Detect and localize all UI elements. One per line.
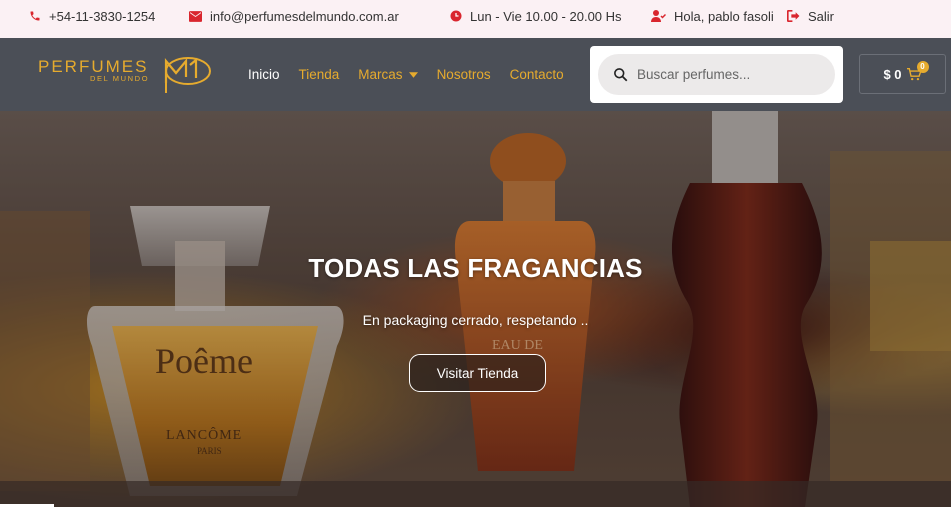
logo-subtitle: DEL MUNDO <box>90 74 150 83</box>
cart-count-badge: 0 <box>916 60 929 73</box>
hero-banner: Poême LANCÔME PARIS EAU DE TODAS LAS FRA… <box>0 111 951 507</box>
cart-total: $ 0 <box>883 66 902 82</box>
site-logo[interactable]: PERFUMES DEL MUNDO <box>38 53 213 95</box>
logout-label: Salir <box>808 8 835 24</box>
visit-store-button[interactable]: Visitar Tienda <box>409 354 546 392</box>
nav-contacto[interactable]: Contacto <box>510 67 564 82</box>
search-input[interactable] <box>637 67 807 82</box>
email-contact[interactable]: info@perfumesdelmundo.com.ar <box>189 0 399 32</box>
user-check-icon <box>651 10 666 22</box>
phone-number: +54-11-3830-1254 <box>49 8 156 24</box>
phone-icon <box>30 11 40 21</box>
search-box <box>598 54 835 95</box>
phone-contact[interactable]: +54-11-3830-1254 <box>29 0 155 32</box>
clock-icon <box>450 10 462 22</box>
nav-inicio[interactable]: Inicio <box>248 67 280 82</box>
greeting-text: Hola, pablo fasoli <box>674 8 774 24</box>
main-navigation: Inicio Tienda Marcas Nosotros Contacto <box>248 38 583 111</box>
logout-link[interactable]: Salir <box>787 0 834 32</box>
email-address: info@perfumesdelmundo.com.ar <box>210 8 399 24</box>
search-container <box>590 46 843 103</box>
top-info-bar: +54-11-3830-1254 info@perfumesdelmundo.c… <box>0 0 951 38</box>
nav-tienda[interactable]: Tienda <box>299 67 340 82</box>
hours-text: Lun - Vie 10.00 - 20.00 Hs <box>470 8 622 24</box>
opening-hours: Lun - Vie 10.00 - 20.00 Hs <box>450 0 622 32</box>
cart-icon-wrap: 0 <box>906 60 929 81</box>
hero-title: TODAS LAS FRAGANCIAS <box>308 253 643 283</box>
envelope-icon <box>189 10 202 22</box>
account-link[interactable]: Hola, pablo fasoli <box>651 0 774 32</box>
pdm-monogram-icon <box>164 57 211 93</box>
hero-overlay <box>0 111 951 507</box>
cart-button[interactable]: $ 0 0 <box>859 54 946 94</box>
nav-nosotros[interactable]: Nosotros <box>437 67 491 82</box>
nav-marcas[interactable]: Marcas <box>358 67 418 82</box>
main-header: PERFUMES DEL MUNDO Inicio Tienda Marcas … <box>0 38 951 111</box>
hero-subtitle: En packaging cerrado, respetando .. <box>362 312 589 328</box>
search-icon[interactable] <box>613 67 628 82</box>
sign-out-icon <box>787 10 800 22</box>
caret-down-icon <box>408 71 418 78</box>
